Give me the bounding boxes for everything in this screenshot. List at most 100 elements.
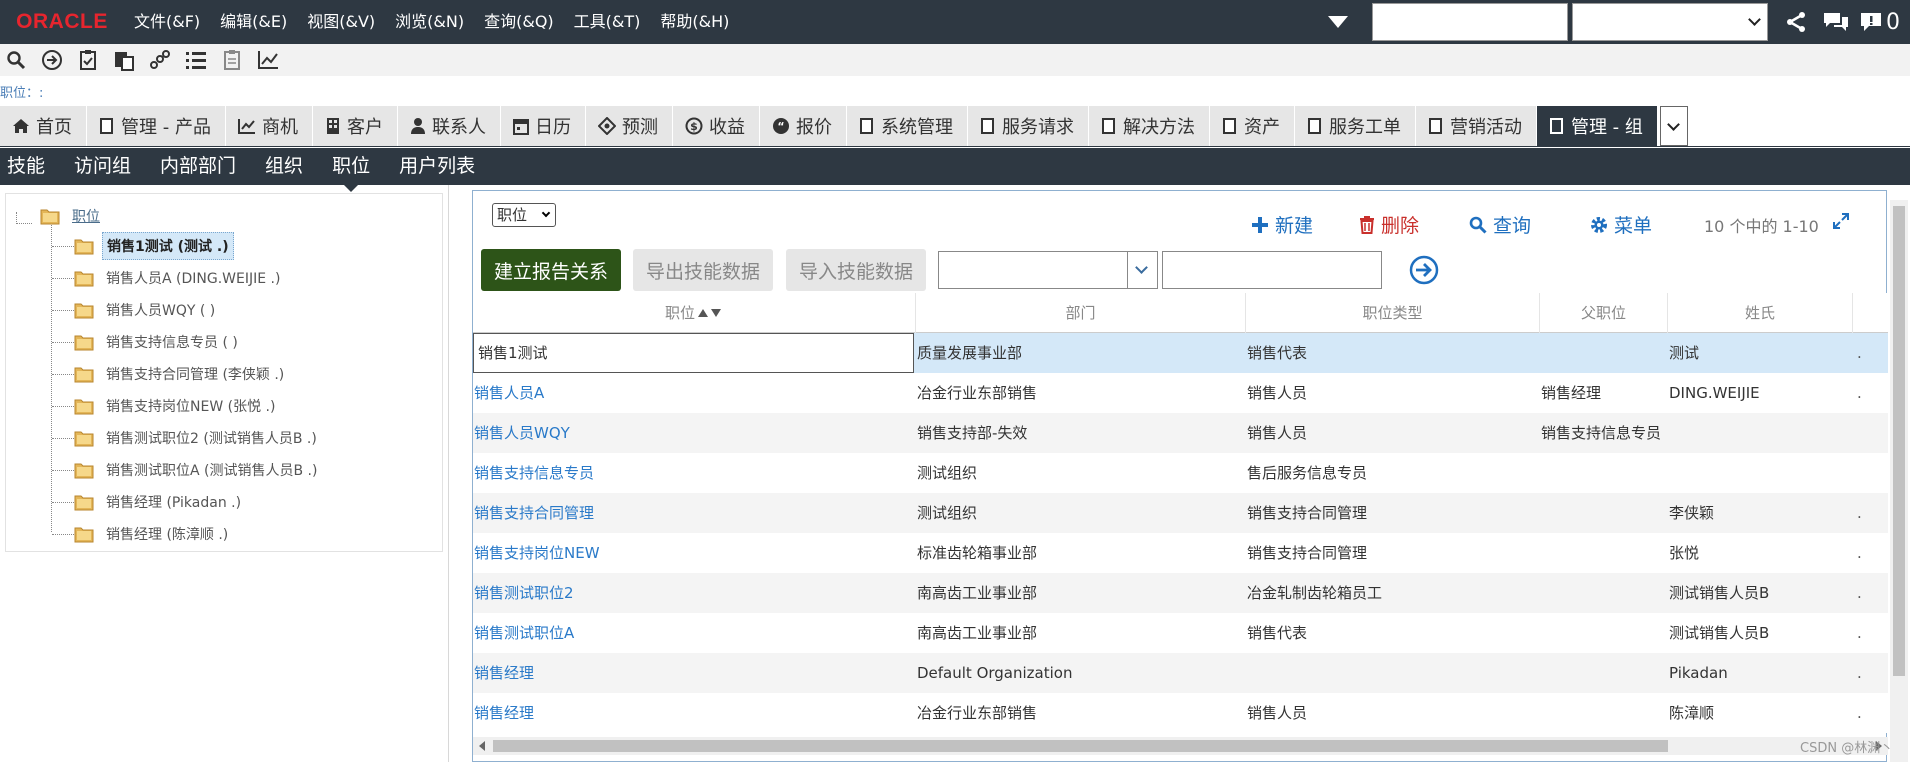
menu-help[interactable]: 帮助(&H) xyxy=(650,0,739,44)
search-icon[interactable] xyxy=(2,47,30,73)
paste-icon[interactable] xyxy=(110,47,138,73)
tab-forecast[interactable]: 预测 xyxy=(585,106,673,146)
table-row[interactable]: 销售测试职位2 南高齿工业事业部 冶金轧制齿轮箱员工 测试销售人员B. xyxy=(473,573,1888,613)
cell-position[interactable]: 销售支持合同管理 xyxy=(473,493,914,533)
table-row[interactable]: 销售支持合同管理 测试组织 销售支持合同管理 李侠颖. xyxy=(473,493,1888,533)
table-row[interactable]: 销售测试职位A 南高齿工业事业部 销售代表 测试销售人员B. xyxy=(473,613,1888,653)
view-organization[interactable]: 组织 xyxy=(258,148,310,185)
table-row[interactable]: 销售经理 Default Organization Pikadan. xyxy=(473,653,1888,693)
scroll-left-icon[interactable] xyxy=(479,741,485,751)
tree-item[interactable]: 销售人员A (DING.WEIJIE .) xyxy=(74,264,284,292)
tab-revenue[interactable]: $ 收益 xyxy=(672,106,760,146)
table-row[interactable]: 销售人员A 冶金行业东部销售 销售人员 销售经理 DING.WEIJIE. xyxy=(473,373,1888,413)
more-tabs-dropdown[interactable] xyxy=(1659,106,1688,146)
line-chart-icon[interactable] xyxy=(254,47,282,73)
menu-button[interactable]: 菜单 xyxy=(1590,211,1652,238)
view-user-list[interactable]: 用户列表 xyxy=(392,148,482,185)
column-header-position[interactable]: 职位 xyxy=(473,293,916,333)
table-row[interactable]: 销售支持岗位NEW 标准齿轮箱事业部 销售支持合同管理 张悦. xyxy=(473,533,1888,573)
link-icon[interactable] xyxy=(146,47,174,73)
tab-service-order[interactable]: 服务工单 xyxy=(1294,106,1416,146)
tab-contact[interactable]: 联系人 xyxy=(397,106,501,146)
view-skills[interactable]: 技能 xyxy=(0,148,52,185)
tab-admin-group[interactable]: 管理 - 组 xyxy=(1536,106,1658,146)
horizontal-scrollbar[interactable] xyxy=(473,737,1888,755)
cell-position[interactable]: 销售1测试 xyxy=(473,333,914,373)
chat-icon[interactable] xyxy=(1816,0,1856,44)
cell-position[interactable]: 销售测试职位2 xyxy=(473,573,914,613)
go-arrow-icon[interactable] xyxy=(38,47,66,73)
table-row[interactable]: 销售1测试 质量发展事业部 销售代表 测试. xyxy=(473,333,1888,373)
menu-file[interactable]: 文件(&F) xyxy=(124,0,210,44)
tab-campaign[interactable]: 营销活动 xyxy=(1415,106,1537,146)
tree-item[interactable]: 销售测试职位A (测试销售人员B .) xyxy=(74,456,321,484)
tab-admin-product[interactable]: 管理 - 产品 xyxy=(87,106,226,146)
tab-opportunity[interactable]: 商机 xyxy=(225,106,313,146)
import-skill-data-button[interactable]: 导入技能数据 xyxy=(786,249,926,291)
tab-calendar[interactable]: 日历 xyxy=(500,106,586,146)
scrollbar-thumb[interactable] xyxy=(493,740,1668,752)
query-field-dropdown[interactable] xyxy=(1128,251,1158,289)
tab-home[interactable]: 首页 xyxy=(0,106,87,146)
tab-system-admin[interactable]: 系统管理 xyxy=(846,106,968,146)
cell-position[interactable]: 销售人员A xyxy=(473,373,914,413)
new-record-button[interactable]: 新建 xyxy=(1251,211,1313,238)
tab-asset[interactable]: 资产 xyxy=(1209,106,1295,146)
vertical-scrollbar[interactable] xyxy=(1890,200,1908,762)
tab-account[interactable]: 客户 xyxy=(312,106,398,146)
column-header-parent-position[interactable]: 父职位 xyxy=(1540,293,1668,333)
sort-icon[interactable] xyxy=(697,294,723,334)
tree-item[interactable]: 销售支持信息专员 ( ) xyxy=(74,328,242,356)
tree-item[interactable]: 销售支持合同管理 (李侠颖 .) xyxy=(74,360,288,388)
panel-splitter[interactable] xyxy=(448,185,449,762)
global-search-input[interactable] xyxy=(1372,3,1568,41)
tab-service-request[interactable]: 服务请求 xyxy=(967,106,1089,146)
nav-dropdown-icon[interactable] xyxy=(1328,16,1348,28)
expand-icon[interactable] xyxy=(1833,213,1849,233)
menu-edit[interactable]: 编辑(&E) xyxy=(210,0,297,44)
clipboard-check-icon[interactable] xyxy=(74,47,102,73)
tree-item[interactable]: 销售经理 (Pikadan .) xyxy=(74,488,245,516)
cell-position[interactable]: 销售测试职位A xyxy=(473,613,914,653)
applet-visibility-select[interactable]: 职位 xyxy=(492,203,556,227)
list-icon[interactable] xyxy=(182,47,210,73)
scrollbar-thumb[interactable] xyxy=(1893,206,1905,676)
column-header-department[interactable]: 部门 xyxy=(916,293,1246,333)
cell-position[interactable]: 销售支持信息专员 xyxy=(473,453,914,493)
column-header-last-name[interactable]: 姓氏 xyxy=(1668,293,1853,333)
cell-position[interactable]: 销售经理 xyxy=(473,693,914,733)
cell-position[interactable]: 销售支持岗位NEW xyxy=(473,533,914,573)
share-icon[interactable] xyxy=(1776,0,1816,44)
table-row[interactable]: 销售支持信息专员 测试组织 售后服务信息专员 xyxy=(473,453,1888,493)
view-internal-division[interactable]: 内部部门 xyxy=(153,148,243,185)
view-position[interactable]: 职位 xyxy=(325,148,377,192)
table-row[interactable]: 销售经理 冶金行业东部销售 销售人员 陈漳顺. xyxy=(473,693,1888,733)
query-field-select[interactable] xyxy=(938,251,1128,289)
create-report-relation-button[interactable]: 建立报告关系 xyxy=(481,249,621,291)
column-header-position-type[interactable]: 职位类型 xyxy=(1246,293,1540,333)
cell-position[interactable]: 销售经理 xyxy=(473,653,914,693)
tree-item[interactable]: 销售1测试 (测试 .) xyxy=(74,232,234,260)
view-access-group[interactable]: 访问组 xyxy=(67,148,138,185)
tab-quote[interactable]: “ 报价 xyxy=(759,106,847,146)
menu-view[interactable]: 视图(&V) xyxy=(297,0,385,44)
tab-solution[interactable]: 解决方法 xyxy=(1088,106,1210,146)
menu-query[interactable]: 查询(&Q) xyxy=(474,0,564,44)
clipboard-icon[interactable] xyxy=(218,47,246,73)
global-search-select[interactable] xyxy=(1572,3,1768,41)
cell-position[interactable]: 销售人员WQY xyxy=(473,413,914,453)
export-skill-data-button[interactable]: 导出技能数据 xyxy=(633,249,773,291)
notification-icon[interactable] xyxy=(1856,0,1886,44)
table-row[interactable]: 销售人员WQY 销售支持部-失效 销售人员 销售支持信息专员 xyxy=(473,413,1888,453)
tree-item[interactable]: 销售人员WQY ( ) xyxy=(74,296,219,324)
query-value-input[interactable] xyxy=(1162,251,1382,289)
tree-item[interactable]: 销售测试职位2 (测试销售人员B .) xyxy=(74,424,321,452)
tree-item[interactable]: 销售经理 (陈漳顺 .) xyxy=(74,520,232,548)
go-arrow-icon[interactable] xyxy=(1408,254,1440,290)
tree-item[interactable]: 销售支持岗位NEW (张悦 .) xyxy=(74,392,279,420)
menu-browse[interactable]: 浏览(&N) xyxy=(385,0,474,44)
tree-root-positions[interactable]: 职位 xyxy=(40,202,104,230)
delete-record-button[interactable]: 删除 xyxy=(1359,211,1419,238)
menu-tools[interactable]: 工具(&T) xyxy=(564,0,651,44)
query-button[interactable]: 查询 xyxy=(1469,211,1531,238)
